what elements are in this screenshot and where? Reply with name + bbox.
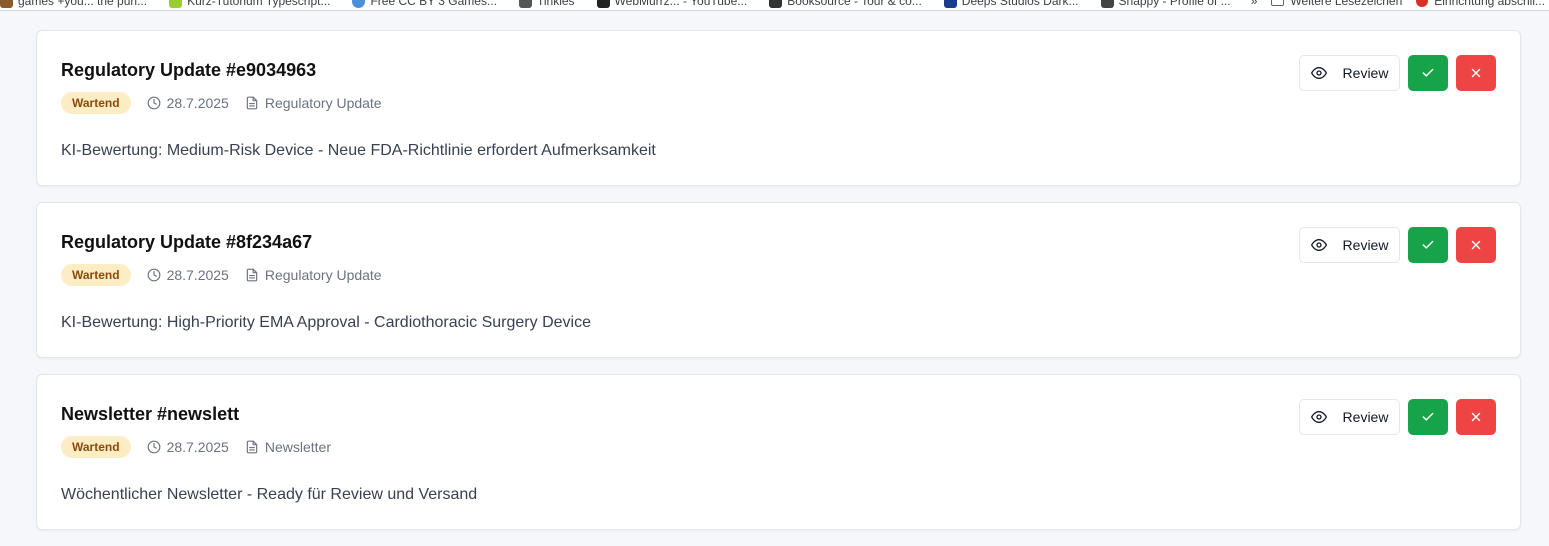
card-meta: Wartend 28.7.2025 Regulatory Update bbox=[61, 264, 398, 286]
reject-button[interactable] bbox=[1456, 399, 1496, 435]
check-icon bbox=[1422, 68, 1434, 77]
review-button[interactable]: Review bbox=[1299, 227, 1400, 263]
card-type: Newsletter bbox=[245, 439, 331, 455]
review-button[interactable]: Review bbox=[1299, 399, 1400, 435]
review-label: Review bbox=[1342, 237, 1389, 253]
approve-button[interactable] bbox=[1408, 399, 1448, 435]
bookmark-item[interactable]: Free CC BY 3 Games... bbox=[352, 0, 497, 8]
card-title: Regulatory Update #8f234a67 bbox=[61, 232, 313, 252]
card-title: Newsletter #newslett bbox=[61, 404, 240, 424]
bookmark-item[interactable]: Snappy - Profile of ... bbox=[1100, 0, 1231, 8]
clock-icon bbox=[147, 268, 160, 282]
clock-icon bbox=[147, 440, 160, 454]
check-icon bbox=[1422, 412, 1434, 421]
date-text: 28.7.2025 bbox=[166, 95, 229, 111]
bookmark-item[interactable]: Tinkles bbox=[518, 0, 575, 8]
card-meta: Wartend 28.7.2025 Regulatory Update bbox=[61, 92, 398, 114]
folder-icon bbox=[1271, 0, 1285, 6]
bookmark-favicon-icon bbox=[769, 0, 783, 8]
close-icon bbox=[1471, 412, 1481, 422]
bookmark-favicon-icon bbox=[518, 0, 532, 8]
card-actions: Review bbox=[1299, 55, 1496, 91]
approval-card: Regulatory Update #8f234a67 Wartend 28.7… bbox=[36, 202, 1521, 358]
status-badge: Wartend bbox=[61, 264, 131, 286]
card-date: 28.7.2025 bbox=[147, 95, 229, 111]
document-icon bbox=[246, 268, 258, 282]
card-title: Regulatory Update #e9034963 bbox=[61, 60, 317, 80]
date-text: 28.7.2025 bbox=[166, 439, 229, 455]
bookmark-item[interactable]: WebMurrz... - YouTube... bbox=[596, 0, 747, 8]
more-bookmarks-button[interactable]: » bbox=[1251, 0, 1258, 8]
card-description: Wöchentlicher Newsletter - Ready für Rev… bbox=[61, 486, 478, 503]
close-icon bbox=[1471, 240, 1481, 250]
approval-card: Regulatory Update #e9034963 Wartend 28.7… bbox=[36, 30, 1521, 186]
approve-button[interactable] bbox=[1408, 227, 1448, 263]
type-text: Newsletter bbox=[264, 439, 331, 455]
card-meta: Wartend 28.7.2025 Newsletter bbox=[61, 436, 347, 458]
card-description: KI-Bewertung: High-Priority EMA Approval… bbox=[61, 314, 591, 331]
eye-icon bbox=[1310, 239, 1327, 251]
bookmark-item[interactable]: games +you... the pun... bbox=[0, 0, 147, 8]
bookmark-favicon-icon bbox=[0, 0, 13, 8]
card-type: Regulatory Update bbox=[245, 267, 382, 283]
status-badge: Wartend bbox=[61, 92, 131, 114]
bookmark-favicon-icon bbox=[596, 0, 610, 8]
reject-button[interactable] bbox=[1456, 227, 1496, 263]
approval-card: Newsletter #newslett Wartend 28.7.2025 N… bbox=[36, 374, 1521, 530]
bookmark-item[interactable]: Booksource - Tour & co... bbox=[769, 0, 922, 8]
document-icon bbox=[246, 96, 258, 110]
clock-icon bbox=[147, 96, 160, 110]
bookmark-favicon-icon bbox=[1100, 0, 1114, 8]
card-description: KI-Bewertung: Medium-Risk Device - Neue … bbox=[61, 142, 656, 159]
eye-icon bbox=[1310, 67, 1327, 79]
type-text: Regulatory Update bbox=[264, 267, 382, 283]
bookmark-item[interactable]: Deeps Studios Dark... bbox=[943, 0, 1079, 8]
status-badge: Wartend bbox=[61, 436, 131, 458]
review-label: Review bbox=[1342, 65, 1389, 81]
eye-icon bbox=[1310, 411, 1327, 423]
review-button[interactable]: Review bbox=[1299, 55, 1400, 91]
card-date: 28.7.2025 bbox=[147, 439, 229, 455]
setup-link[interactable]: Einrichtung abschli... bbox=[1434, 0, 1545, 8]
bookmark-favicon-icon bbox=[352, 0, 366, 8]
bookmark-favicon-icon bbox=[943, 0, 957, 8]
setup-alert-icon bbox=[1416, 0, 1429, 7]
approve-button[interactable] bbox=[1408, 55, 1448, 91]
card-actions: Review bbox=[1299, 399, 1496, 435]
card-date: 28.7.2025 bbox=[147, 267, 229, 283]
type-text: Regulatory Update bbox=[264, 95, 382, 111]
date-text: 28.7.2025 bbox=[166, 267, 229, 283]
close-icon bbox=[1471, 68, 1481, 78]
bookmark-favicon-icon bbox=[169, 0, 183, 8]
card-type: Regulatory Update bbox=[245, 95, 382, 111]
check-icon bbox=[1422, 240, 1434, 249]
other-bookmarks-folder[interactable]: Weitere Lesezeichen bbox=[1290, 0, 1402, 8]
card-actions: Review bbox=[1299, 227, 1496, 263]
bookmarks-bar: games +you... the pun... Kurz-Tutorium T… bbox=[0, 0, 1549, 11]
reject-button[interactable] bbox=[1456, 55, 1496, 91]
approval-list: Regulatory Update #e9034963 Wartend 28.7… bbox=[36, 30, 1521, 546]
bookmark-item[interactable]: Kurz-Tutorium Typescript... bbox=[169, 0, 330, 8]
review-label: Review bbox=[1342, 409, 1389, 425]
document-icon bbox=[246, 440, 258, 454]
